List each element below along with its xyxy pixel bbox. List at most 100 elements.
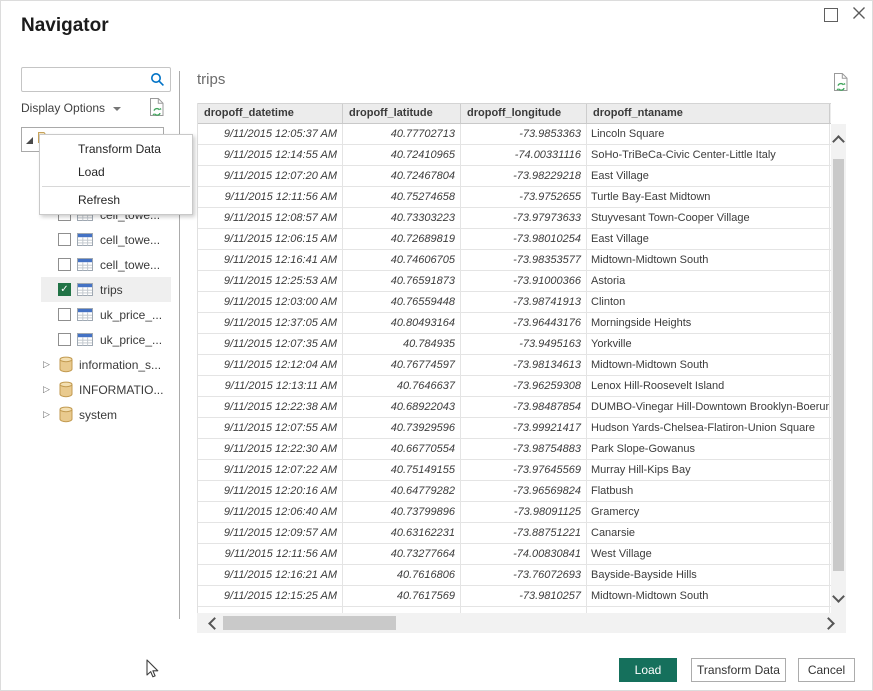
tree-item-informatio[interactable]: ▷ INFORMATIO... [41,377,179,402]
checkbox[interactable] [58,333,71,346]
cell: 9/11/2015 12:22:38 AM [198,397,343,417]
table-row: 9/11/2015 12:07:22 AM40.75149155-73.9764… [198,460,831,481]
cell: 40.80493164 [343,313,461,333]
cell: 9/11/2015 12:25:53 AM [198,271,343,291]
vertical-scrollbar[interactable] [831,124,846,613]
expand-arrow-icon[interactable]: ▷ [43,409,51,420]
tree-item-uk-price[interactable]: uk_price_... [41,302,171,327]
cell: Gramercy [587,502,830,522]
vertical-scrollbar-thumb[interactable] [833,159,844,571]
scroll-left-button[interactable] [208,617,221,630]
search-input[interactable] [27,70,147,91]
cell: 40.7616806 [343,565,461,585]
cell: Clinton [587,292,830,312]
table-row: 9/11/2015 12:15:25 AM40.7617569-73.98102… [198,586,831,607]
cell: 9/11/2015 12:06:15 AM [198,229,343,249]
cell: 9/11/2015 12:16:41 AM [198,250,343,270]
menu-item-transform-data[interactable]: Transform Data [40,138,192,161]
cell: -73.98741913 [461,292,587,312]
maximize-button[interactable] [824,8,838,22]
table-row: 9/11/2015 12:37:05 AM40.80493164-73.9644… [198,313,831,334]
cell: 9/11/2015 12:07:55 AM [198,418,343,438]
tree-item-system[interactable]: ▷ system [41,402,179,427]
cell: SoHo-TriBeCa-Civic Center-Little Italy [587,145,830,165]
menu-item-load[interactable]: Load [40,161,192,184]
checkbox[interactable] [58,258,71,271]
menu-item-refresh[interactable]: Refresh [40,189,192,212]
checkbox[interactable] [58,308,71,321]
cell: -73.91000366 [461,271,587,291]
tree-item-cell-towe[interactable]: cell_towe... [41,252,171,277]
table-row: 9/11/2015 12:05:37 AM40.77702713-73.9853… [198,124,831,145]
cancel-button[interactable]: Cancel [798,658,855,682]
cell: -73.97645569 [461,460,587,480]
preview-table-header: dropoff_datetimedropoff_latitudedropoff_… [198,103,831,124]
cell: -73.76072693 [461,565,587,585]
tree-item-information-s[interactable]: ▷ information_s... [41,352,179,377]
cell: 9/11/2015 12:05:37 AM [198,124,343,144]
tree-item-cell-towe[interactable]: cell_towe... [41,227,171,252]
expand-arrow-icon[interactable]: ▷ [43,359,51,370]
table-row: 9/11/2015 12:06:15 AM40.72689819-73.9801… [198,229,831,250]
menu-separator [42,186,190,187]
cell: -73.98091125 [461,502,587,522]
tree-database-list: ▷ information_s...▷ INFORMATIO...▷ syste… [41,352,179,427]
close-button[interactable] [852,6,866,20]
horizontal-scrollbar[interactable] [197,613,846,633]
cell: -73.96569824 [461,481,587,501]
table-row: 9/11/2015 12:11:56 AM40.73277664-74.0083… [198,544,831,565]
preview-refresh-icon[interactable] [833,72,849,92]
cell: 40.64779282 [343,481,461,501]
column-header-dropoff-datetime: dropoff_datetime [198,104,343,123]
dialog-title: Navigator [21,15,109,37]
scroll-up-button[interactable] [832,135,845,148]
tree-table-list: cell_towe... cell_towe... cell_towe...✓ … [41,202,171,352]
cell: East Village [587,166,830,186]
mouse-cursor [146,659,160,680]
cell: -73.9810257 [461,586,587,606]
cell: -73.96259308 [461,376,587,396]
cell: 40.68922043 [343,397,461,417]
table-row: 9/11/2015 12:22:30 AM40.66770554-73.9875… [198,439,831,460]
search-icon[interactable] [150,72,165,87]
cell: 40.784935 [343,334,461,354]
cell: -73.99921417 [461,418,587,438]
tree-item-trips[interactable]: ✓ trips [41,277,171,302]
expanded-indicator-icon[interactable] [26,137,33,144]
cell: 9/11/2015 12:07:20 AM [198,166,343,186]
cell: Midtown-Midtown South [587,586,830,606]
cell: Midtown-Midtown South [587,250,830,270]
preview-title: trips [197,71,225,88]
cell: -74.00830841 [461,544,587,564]
database-icon [59,356,73,373]
tree-item-uk-price[interactable]: uk_price_... [41,327,171,352]
refresh-icon[interactable] [149,97,165,117]
table-icon [77,333,93,346]
cell: 40.63162231 [343,523,461,543]
cell: 40.75149155 [343,460,461,480]
checkbox[interactable] [58,233,71,246]
cell: Lincoln Square [587,124,830,144]
chevron-down-icon [113,107,121,111]
expand-arrow-icon[interactable]: ▷ [43,384,51,395]
load-button[interactable]: Load [619,658,677,682]
cell: -73.98353577 [461,250,587,270]
cell: -73.98487854 [461,397,587,417]
cell: 40.72410965 [343,145,461,165]
transform-data-button[interactable]: Transform Data [691,658,786,682]
scroll-right-button[interactable] [822,617,835,630]
checkbox[interactable]: ✓ [58,283,71,296]
table-row: 9/11/2015 12:07:20 AM40.72467804-73.9822… [198,166,831,187]
display-options-label: Display Options [21,101,105,115]
table-row: 9/11/2015 12:25:53 AM40.76591873-73.9100… [198,271,831,292]
horizontal-scrollbar-thumb[interactable] [223,616,396,630]
display-options-dropdown[interactable]: Display Options [21,101,121,115]
scroll-down-button[interactable] [832,590,845,603]
cell: 40.73929596 [343,418,461,438]
table-icon [77,283,93,296]
cell: 9/11/2015 12:03:00 AM [198,292,343,312]
table-row: 9/11/2015 12:09:57 AM40.63162231-73.8875… [198,523,831,544]
cell: Park Slope-Gowanus [587,439,830,459]
cell: 9/11/2015 12:06:40 AM [198,502,343,522]
tree-item-label: trips [100,283,123,297]
